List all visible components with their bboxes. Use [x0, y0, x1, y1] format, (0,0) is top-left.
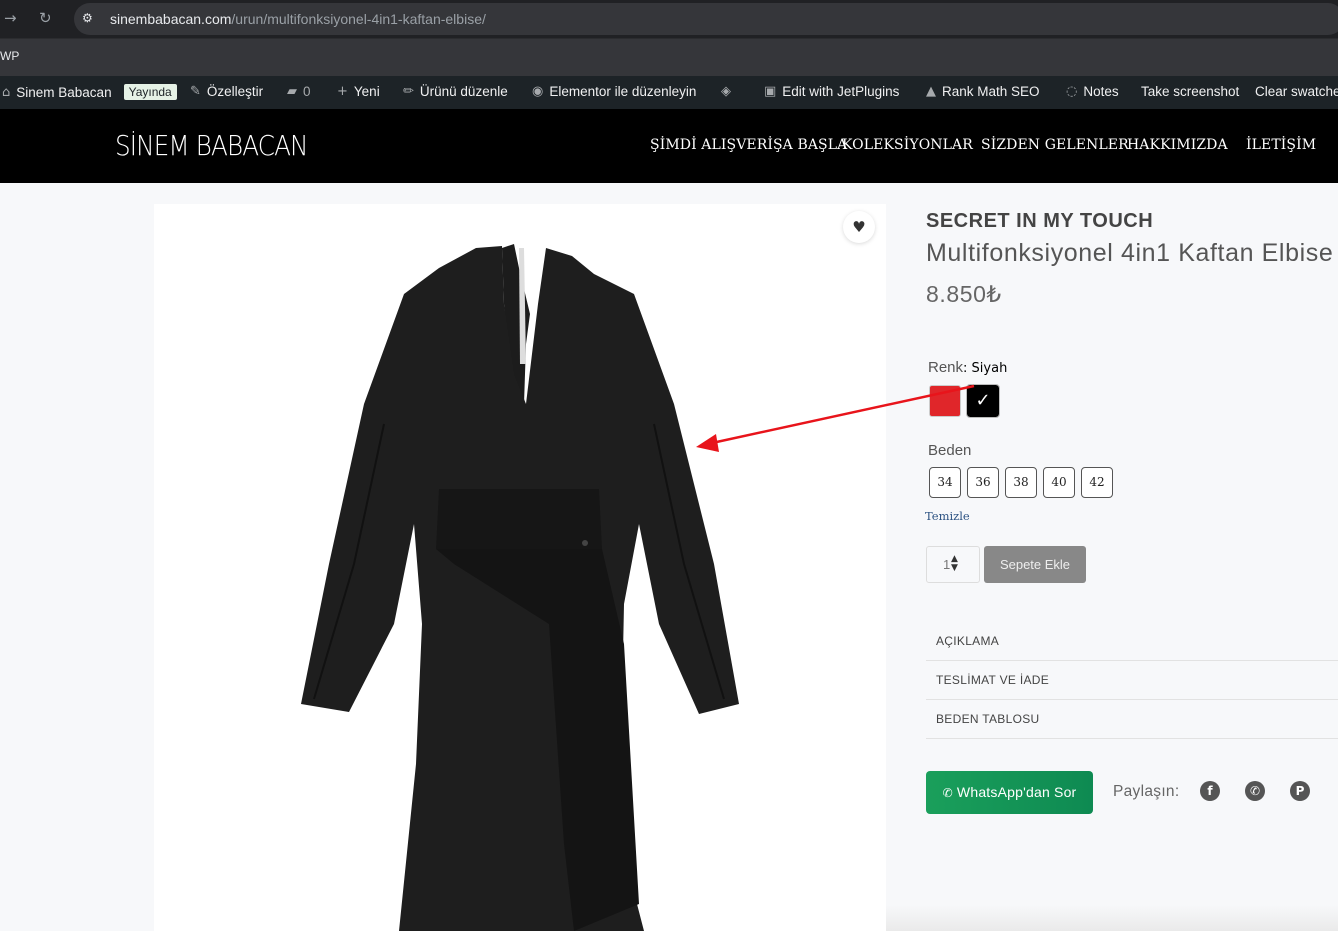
product-image-dress — [301, 244, 739, 931]
comment-icon: ▰ — [287, 84, 297, 99]
admin-customize[interactable]: ✎ Özelleştir — [190, 84, 263, 99]
menu-item-shop[interactable]: ŞİMDİ ALIŞVERİŞA BAŞLA — [650, 137, 847, 153]
wishlist-heart-icon[interactable]: ♥ — [843, 211, 875, 243]
product-price: 8.850₺ — [926, 281, 1002, 307]
admin-screenshot[interactable]: Take screenshot — [1141, 84, 1239, 99]
bookmark-wp[interactable]: WP — [0, 49, 19, 63]
selected-color-value: : Siyah — [963, 361, 1008, 376]
admin-elementor[interactable]: ◉ Elementor ile düzenleyin — [532, 84, 696, 99]
admin-new[interactable]: + Yeni — [337, 84, 380, 99]
site-header: SİNEM BABACAN ŞİMDİ ALIŞVERİŞA BAŞLA KOL… — [0, 109, 1338, 183]
admin-notes[interactable]: ◌ Notes — [1066, 84, 1119, 99]
menu-item-about[interactable]: HAKKIMIZDA — [1127, 137, 1228, 153]
whatsapp-share-icon[interactable]: ✆ — [1245, 781, 1265, 801]
menu-item-from-you[interactable]: SİZDEN GELENLER — [981, 137, 1129, 153]
brush-icon: ✎ — [190, 84, 201, 99]
tab-size-chart[interactable]: BEDEN TABLOSU — [926, 700, 1338, 739]
url-text[interactable]: sinembabacan.com/urun/multifonksiyonel-4… — [110, 11, 486, 27]
color-attribute-label: Renk: Siyah — [928, 359, 1008, 376]
menu-item-collections[interactable]: KOLEKSİYONLAR — [842, 137, 973, 153]
size-option-42[interactable]: 42 — [1081, 467, 1113, 498]
scroll-shadow — [886, 905, 1338, 931]
tab-description[interactable]: AÇIKLAMA — [926, 622, 1338, 661]
admin-edit-product[interactable]: ✏ Ürünü düzenle — [403, 84, 508, 99]
plus-icon: + — [337, 84, 348, 99]
size-option-40[interactable]: 40 — [1043, 467, 1075, 498]
whatsapp-ask-button[interactable]: ✆ WhatsApp'dan Sor — [926, 771, 1093, 814]
site-logo[interactable]: SİNEM BABACAN — [115, 129, 308, 162]
admin-rankmath[interactable]: ▲ Rank Math SEO — [926, 84, 1040, 99]
add-to-cart-button[interactable]: Sepete Ekle — [984, 546, 1086, 583]
size-option-34[interactable]: 34 — [929, 467, 961, 498]
clear-selection-link[interactable]: Temizle — [925, 509, 970, 523]
bookmarks-bar: WP — [0, 38, 1338, 76]
forward-icon[interactable]: → — [4, 9, 17, 27]
whatsapp-icon: ✆ — [942, 786, 953, 800]
quantity-stepper[interactable]: 1 ▲ ▼ — [926, 546, 980, 583]
size-option-38[interactable]: 38 — [1005, 467, 1037, 498]
site-info-icon[interactable]: ⚙ — [82, 11, 98, 27]
admin-clear-swatches[interactable]: Clear swatche — [1255, 84, 1338, 99]
status-badge: Yayında — [123, 84, 177, 100]
quantity-value: 1 — [943, 557, 951, 572]
product-gallery[interactable] — [154, 204, 886, 931]
reload-icon[interactable]: ↻ — [39, 9, 52, 27]
facebook-icon[interactable]: f — [1200, 781, 1220, 801]
size-option-36[interactable]: 36 — [967, 467, 999, 498]
admin-comments[interactable]: ▰ 0 — [287, 84, 311, 99]
size-attribute-label: Beden — [928, 442, 972, 459]
color-swatch-red[interactable] — [929, 385, 961, 417]
browser-toolbar: → ↻ ⚙ sinembabacan.com/urun/multifonksiy… — [0, 0, 1338, 38]
rankmath-icon: ▲ — [926, 84, 936, 99]
diamond-icon: ◈ — [721, 84, 731, 99]
tab-delivery-returns[interactable]: TESLİMAT VE İADE — [926, 661, 1338, 700]
admin-jetplugins[interactable]: ▣ Edit with JetPlugins — [764, 84, 899, 99]
wp-admin-bar: ⌂ Sinem Babacan Yayında ✎ Özelleştir ▰ 0… — [0, 76, 1338, 109]
elementor-icon: ◉ — [532, 84, 544, 99]
admin-diamond[interactable]: ◈ — [721, 84, 731, 99]
checkmark-icon: ✓ — [975, 390, 991, 411]
color-swatch-black[interactable]: ✓ — [966, 384, 1000, 418]
pinterest-icon[interactable]: P — [1290, 781, 1310, 801]
jet-icon: ▣ — [764, 84, 777, 99]
product-title: Multifonksiyonel 4in1 Kaftan Elbise — [926, 239, 1334, 267]
share-label: Paylaşın: — [1113, 783, 1180, 800]
dashboard-icon: ⌂ — [2, 84, 11, 100]
stepper-arrows-icon[interactable]: ▲ ▼ — [951, 555, 958, 573]
address-bar[interactable]: ⚙ sinembabacan.com/urun/multifonksiyonel… — [74, 3, 1338, 35]
product-brand[interactable]: SECRET IN MY TOUCH — [926, 210, 1153, 233]
pencil-icon: ✏ — [403, 84, 414, 99]
admin-site-link[interactable]: ⌂ Sinem Babacan Yayında — [2, 84, 177, 100]
menu-item-contact[interactable]: İLETİŞİM — [1246, 137, 1316, 153]
speech-bubble-icon: ◌ — [1066, 84, 1078, 99]
